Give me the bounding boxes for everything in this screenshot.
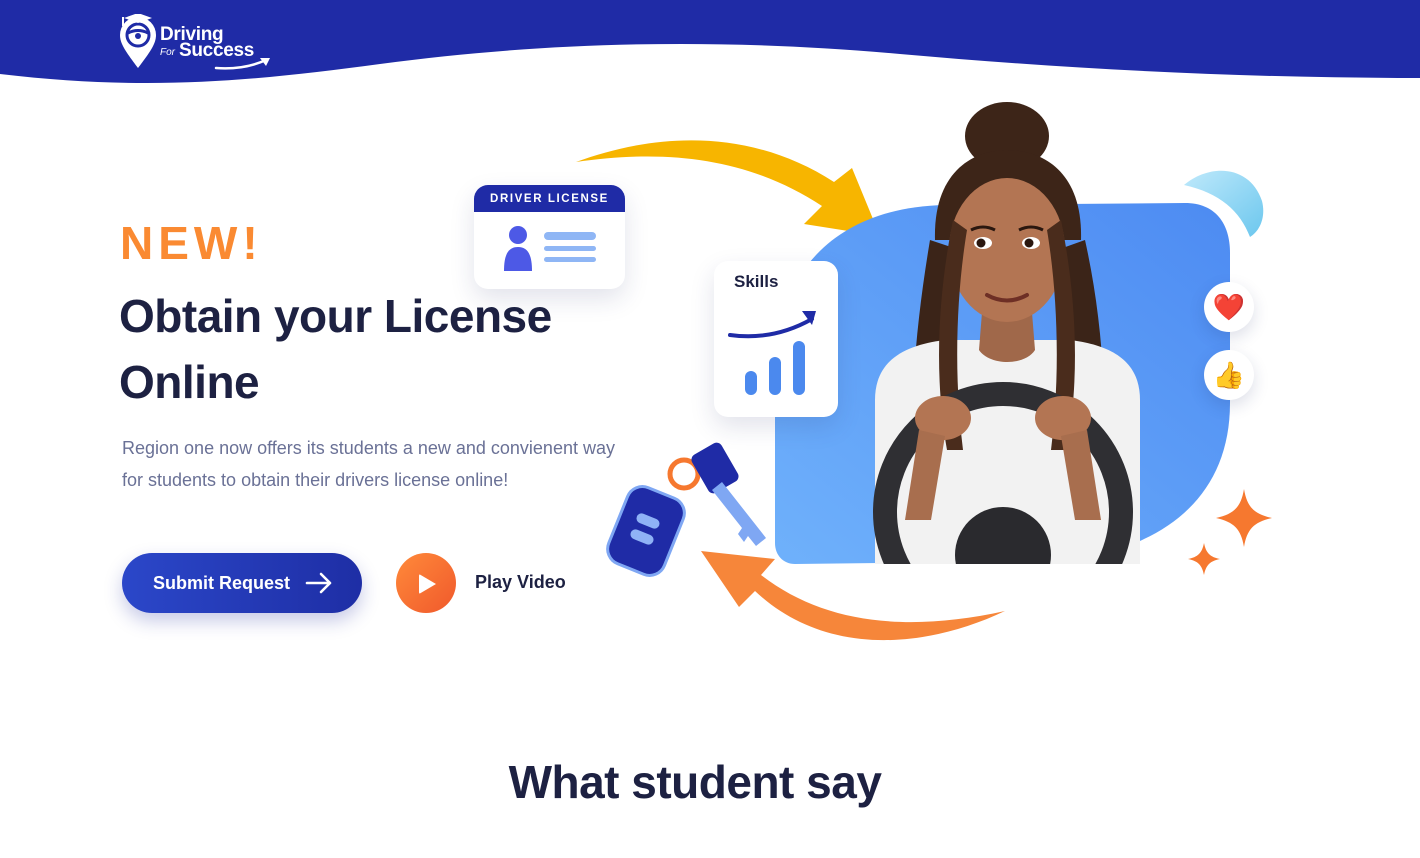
sparkle-icon <box>1188 489 1272 575</box>
driver-license-card: DRIVER LICENSE <box>474 185 625 289</box>
brand-logo[interactable]: Driving For Success <box>118 10 278 72</box>
driver-license-card-title: DRIVER LICENSE <box>474 185 625 212</box>
dome-decoration <box>1184 170 1264 237</box>
new-badge: NEW! <box>120 217 263 269</box>
skills-card-title: Skills <box>734 272 779 291</box>
play-video-label[interactable]: Play Video <box>475 572 566 593</box>
submit-request-button[interactable]: Submit Request <box>122 553 362 613</box>
site-header: Driving For Success <box>0 0 1420 95</box>
play-icon <box>419 574 436 594</box>
brand-name-for: For <box>160 47 175 58</box>
skills-card: Skills <box>714 261 838 417</box>
steering-wheel-pin-icon <box>120 14 156 68</box>
swoosh-arrow-icon <box>214 58 270 70</box>
play-video-button[interactable] <box>396 553 456 613</box>
student-driver-photo <box>873 102 1140 564</box>
submit-request-label: Submit Request <box>153 572 291 593</box>
hero-title: Obtain your License Online <box>119 290 552 408</box>
curved-arrow-orange <box>701 551 1005 641</box>
thumbs-up-reaction-bubble: 👍 <box>1204 350 1254 400</box>
chart-icon <box>728 311 816 395</box>
person-icon <box>504 226 596 271</box>
thumbs-up-icon: 👍 <box>1212 359 1246 390</box>
testimonials-heading: What student say <box>508 756 882 808</box>
heart-reaction-bubble: ❤️ <box>1204 282 1254 332</box>
arrow-right-icon <box>305 572 332 594</box>
hero-description: Region one now offers its students a new… <box>122 438 615 490</box>
heart-icon: ❤️ <box>1212 291 1246 322</box>
